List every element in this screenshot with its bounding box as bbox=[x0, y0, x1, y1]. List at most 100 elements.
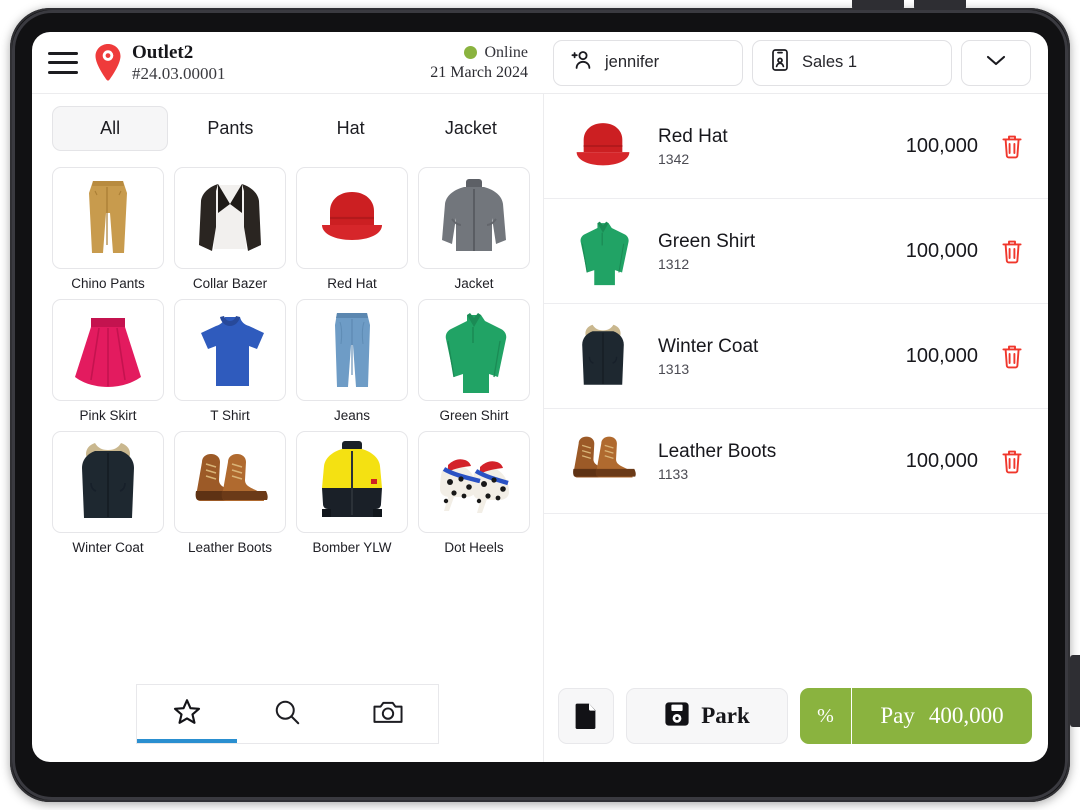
add-person-icon bbox=[570, 48, 594, 77]
product-image-green-shirt bbox=[418, 299, 530, 401]
product-cell-pink-skirt[interactable]: Pink Skirt bbox=[52, 299, 164, 423]
chevron-down-icon bbox=[984, 52, 1008, 73]
product-label: Bomber YLW bbox=[312, 540, 392, 555]
product-cell-leather-boots[interactable]: Leather Boots bbox=[174, 431, 286, 555]
catalog-bottom-nav bbox=[136, 684, 439, 744]
product-cell-winter-coat[interactable]: Winter Coat bbox=[52, 431, 164, 555]
cart-item-delete-button[interactable] bbox=[998, 131, 1026, 161]
cart-item-info: Green Shirt 1312 bbox=[644, 231, 906, 272]
product-cell-jacket[interactable]: Jacket bbox=[418, 167, 530, 291]
product-image-red-hat bbox=[296, 167, 408, 269]
cart-list: Red Hat 1342 100,000 Green Shirt 1312 10… bbox=[544, 94, 1048, 674]
body-split: All Pants Hat Jacket Chino Pants Collar … bbox=[32, 94, 1048, 762]
cart-item-price: 100,000 bbox=[905, 239, 978, 262]
cart-item-name: Green Shirt bbox=[658, 230, 756, 252]
outlet-code: #24.03.00001 bbox=[132, 63, 226, 83]
cart-item-delete-button[interactable] bbox=[998, 236, 1026, 266]
id-card-icon bbox=[769, 48, 791, 77]
customer-select[interactable]: jennifer bbox=[553, 39, 743, 86]
cart-item-image-leather-boots bbox=[562, 420, 644, 502]
discount-button[interactable]: % bbox=[800, 688, 852, 744]
note-button[interactable] bbox=[558, 688, 614, 744]
cart-actions: Park % Pay 400,000 bbox=[544, 674, 1048, 762]
search-icon bbox=[272, 697, 302, 732]
category-tab-hat[interactable]: Hat bbox=[293, 106, 409, 151]
bottom-nav-tab-camera[interactable] bbox=[338, 685, 438, 743]
cart-row[interactable]: Red Hat 1342 100,000 bbox=[544, 94, 1048, 199]
product-label: Green Shirt bbox=[439, 408, 509, 423]
salesperson-select[interactable]: Sales 1 bbox=[752, 39, 952, 86]
product-label: T Shirt bbox=[210, 408, 250, 423]
customer-label: jennifer bbox=[605, 53, 660, 71]
park-button[interactable]: Park bbox=[626, 688, 788, 744]
volume-up-button[interactable] bbox=[852, 0, 904, 10]
product-cell-dot-heels[interactable]: Dot Heels bbox=[418, 431, 530, 555]
cart-item-delete-button[interactable] bbox=[998, 446, 1026, 476]
product-image-t-shirt bbox=[174, 299, 286, 401]
volume-down-button[interactable] bbox=[914, 0, 966, 10]
pay-button[interactable]: Pay 400,000 bbox=[852, 688, 1032, 744]
online-status: Online bbox=[464, 43, 528, 63]
cart-item-delete-button[interactable] bbox=[998, 341, 1026, 371]
catalog-panel: All Pants Hat Jacket Chino Pants Collar … bbox=[32, 94, 544, 762]
cart-item-code: 1312 bbox=[658, 255, 690, 272]
product-cell-t-shirt[interactable]: T Shirt bbox=[174, 299, 286, 423]
pay-group: % Pay 400,000 bbox=[800, 688, 1032, 744]
document-icon bbox=[575, 703, 596, 729]
status-block: Online 21 March 2024 bbox=[430, 43, 528, 83]
hamburger-menu-icon[interactable] bbox=[48, 51, 78, 74]
product-label: Pink Skirt bbox=[79, 408, 137, 423]
online-status-dot bbox=[464, 46, 478, 59]
product-image-jeans bbox=[296, 299, 408, 401]
cart-item-image-winter-coat bbox=[562, 315, 644, 397]
pay-total: 400,000 bbox=[928, 703, 1004, 728]
cart-item-info: Winter Coat 1313 bbox=[644, 336, 906, 377]
product-image-dot-heels bbox=[418, 431, 530, 533]
cart-item-name: Red Hat bbox=[658, 125, 728, 147]
cart-item-code: 1342 bbox=[658, 150, 690, 167]
cart-row[interactable]: Leather Boots 1133 100,000 bbox=[544, 409, 1048, 514]
top-bar-right: jennifer Sales 1 bbox=[544, 32, 1048, 93]
cart-row[interactable]: Green Shirt 1312 100,000 bbox=[544, 199, 1048, 304]
cart-item-info: Red Hat 1342 bbox=[644, 126, 906, 167]
product-label: Collar Bazer bbox=[192, 276, 268, 291]
product-cell-bomber-ylw[interactable]: Bomber YLW bbox=[296, 431, 408, 555]
product-label: Chino Pants bbox=[71, 276, 145, 291]
power-button[interactable] bbox=[1070, 655, 1080, 727]
category-tabs: All Pants Hat Jacket bbox=[32, 94, 543, 157]
cart-item-code: 1133 bbox=[658, 465, 689, 482]
catalog-spacer bbox=[32, 555, 543, 684]
product-image-winter-coat bbox=[52, 431, 164, 533]
category-tab-pants[interactable]: Pants bbox=[172, 106, 288, 151]
cart-item-name: Leather Boots bbox=[658, 440, 777, 462]
cart-item-price: 100,000 bbox=[905, 134, 978, 157]
cart-item-image-red-hat bbox=[562, 105, 644, 187]
product-cell-red-hat[interactable]: Red Hat bbox=[296, 167, 408, 291]
product-image-leather-boots bbox=[174, 431, 286, 533]
category-tab-all[interactable]: All bbox=[52, 106, 169, 151]
product-label: Winter Coat bbox=[72, 540, 144, 555]
category-tab-jacket[interactable]: Jacket bbox=[413, 106, 529, 151]
product-cell-collar-bazer[interactable]: Collar Bazer bbox=[174, 167, 286, 291]
cart-item-code: 1313 bbox=[658, 360, 690, 377]
cart-item-image-green-shirt bbox=[562, 210, 644, 292]
more-dropdown-button[interactable] bbox=[961, 39, 1031, 86]
product-cell-chino-pants[interactable]: Chino Pants bbox=[52, 167, 164, 291]
product-label: Jeans bbox=[333, 408, 371, 423]
bottom-nav-tab-search[interactable] bbox=[237, 685, 337, 743]
product-label: Red Hat bbox=[327, 276, 377, 291]
save-floppy-icon bbox=[664, 701, 690, 732]
outlet-header: Outlet2 #24.03.00001 Online 21 March 202… bbox=[32, 32, 544, 93]
bottom-nav-active-underline bbox=[137, 739, 238, 743]
product-cell-jeans[interactable]: Jeans bbox=[296, 299, 408, 423]
online-status-label: Online bbox=[484, 43, 528, 61]
product-image-chino-pants bbox=[52, 167, 164, 269]
bottom-nav-tab-favorites[interactable] bbox=[137, 685, 238, 743]
product-label: Leather Boots bbox=[187, 540, 273, 555]
cart-item-name: Winter Coat bbox=[658, 335, 759, 357]
salesperson-label: Sales 1 bbox=[802, 53, 858, 71]
location-pin-icon bbox=[94, 43, 122, 83]
product-cell-green-shirt[interactable]: Green Shirt bbox=[418, 299, 530, 423]
outlet-name: Outlet2 bbox=[132, 41, 194, 63]
cart-row[interactable]: Winter Coat 1313 100,000 bbox=[544, 304, 1048, 409]
